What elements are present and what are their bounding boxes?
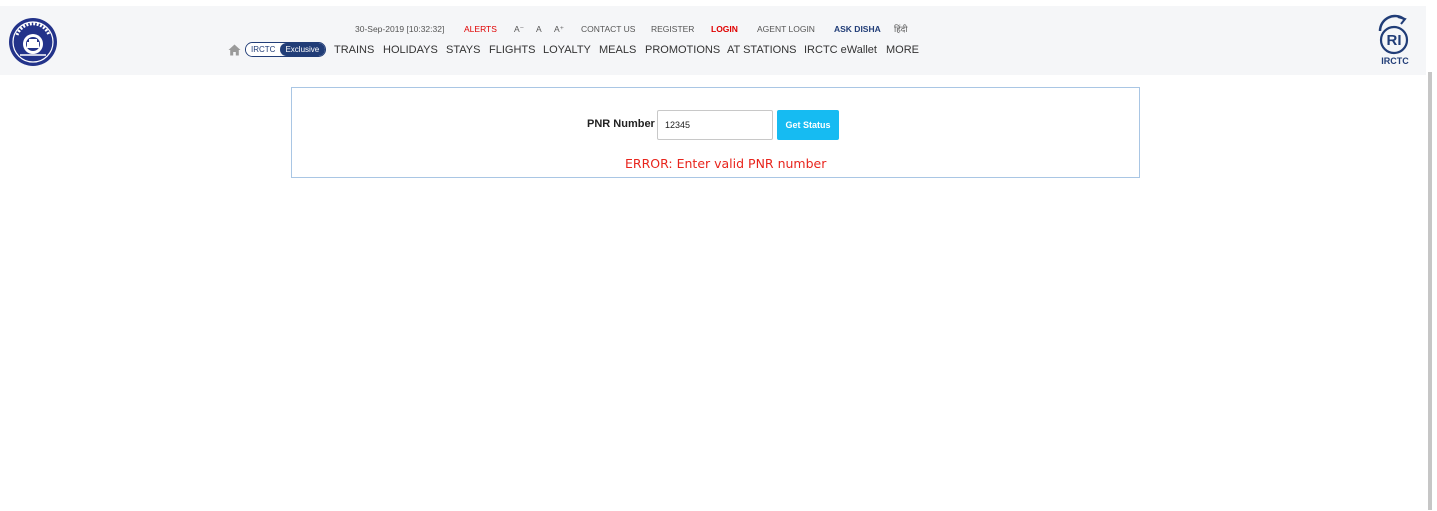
pnr-number-label: PNR Number	[587, 118, 655, 130]
home-icon[interactable]	[228, 44, 241, 56]
pnr-error-message: ERROR: Enter valid PNR number	[625, 156, 827, 171]
utility-bar: 30-Sep-2019 [10:32:32] ALERTS A⁻ A A⁺ CO…	[0, 23, 1426, 35]
alerts-link[interactable]: ALERTS	[464, 23, 497, 35]
top-header: 30-Sep-2019 [10:32:32] ALERTS A⁻ A A⁺ CO…	[0, 0, 1426, 75]
nav-promotions[interactable]: PROMOTIONS	[645, 42, 720, 59]
nav-trains[interactable]: TRAINS	[334, 42, 374, 59]
login-link[interactable]: LOGIN	[711, 23, 738, 35]
irctc-logo-text: IRCTC	[1381, 56, 1409, 66]
current-datetime: 30-Sep-2019 [10:32:32]	[355, 24, 445, 34]
ask-disha-link[interactable]: ASK DISHA	[834, 23, 881, 35]
exclusive-brand-label: IRCTC	[246, 43, 281, 56]
nav-stays[interactable]: STAYS	[446, 42, 480, 59]
exclusive-label: Exclusive	[280, 43, 326, 56]
register-link[interactable]: REGISTER	[651, 23, 694, 35]
nav-at-stations[interactable]: AT STATIONS	[727, 42, 796, 59]
irctc-logo[interactable]: RI IRCTC	[1372, 13, 1418, 67]
agent-login-link[interactable]: AGENT LOGIN	[757, 23, 815, 35]
nav-flights[interactable]: FLIGHTS	[489, 42, 535, 59]
nav-holidays[interactable]: HOLIDAYS	[383, 42, 438, 59]
nav-loyalty[interactable]: LOYALTY	[543, 42, 591, 59]
nav-ewallet[interactable]: IRCTC eWallet	[804, 42, 877, 59]
page: 30-Sep-2019 [10:32:32] ALERTS A⁻ A A⁺ CO…	[0, 0, 1437, 511]
irctc-exclusive-button[interactable]: IRCTC Exclusive	[245, 42, 327, 57]
font-increase-button[interactable]: A⁺	[554, 23, 564, 35]
pnr-number-input[interactable]	[657, 110, 773, 140]
font-normal-button[interactable]: A	[536, 23, 542, 35]
nav-more[interactable]: MORE	[886, 42, 919, 59]
font-decrease-button[interactable]: A⁻	[514, 23, 524, 35]
contact-us-link[interactable]: CONTACT US	[581, 23, 635, 35]
scrollbar-thumb[interactable]	[1428, 72, 1432, 510]
svg-text:RI: RI	[1387, 32, 1402, 49]
get-status-button[interactable]: Get Status	[777, 110, 839, 140]
hindi-language-link[interactable]: हिंदी	[894, 23, 907, 35]
main-nav: IRCTC Exclusive TRAINS HOLIDAYS STAYS FL…	[0, 42, 1426, 59]
nav-meals[interactable]: MEALS	[599, 42, 636, 59]
